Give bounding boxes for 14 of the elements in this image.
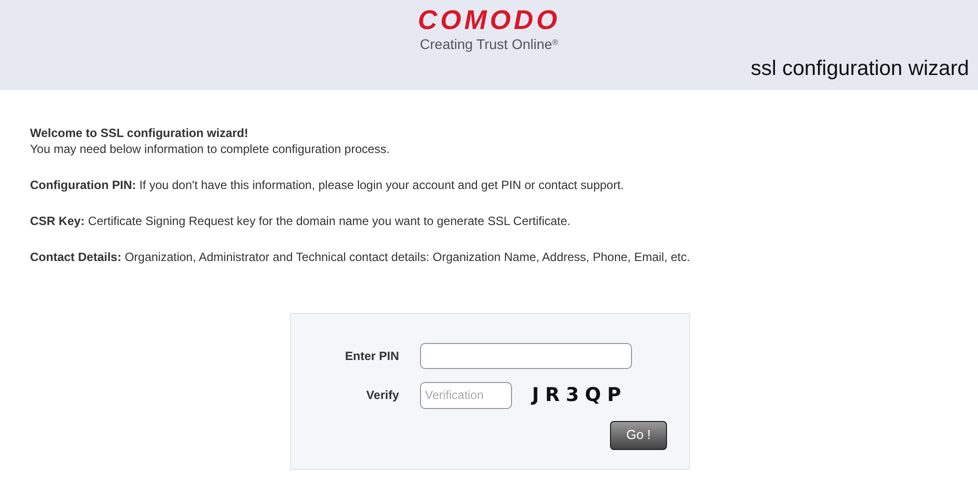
go-button[interactable]: Go ! [610, 420, 667, 450]
info-paragraph: CSR Key: Certificate Signing Request key for the domain name you want to generate SSL Certificate. [30, 213, 572, 229]
verification-input[interactable]: Verification [420, 382, 512, 409]
captcha-text: JR3QP [532, 383, 627, 408]
pin-input[interactable] [420, 343, 632, 369]
page-title: ssl configuration wizard [750, 56, 969, 82]
pin-label: Enter PIN [344, 348, 399, 365]
tagline: Creating Trust Online$^{®}$ [420, 35, 558, 53]
verify-label: Verify [365, 387, 399, 404]
logo: COMODO [418, 5, 560, 35]
welcome-heading: Welcome to SSL configuration wizard! [30, 125, 250, 141]
info-paragraph: Configuration PIN: If you don't have this information, please login your account and get PIN or contact support. [30, 177, 625, 193]
info-paragraph: Contact Details: Organization, Administrator and Technical contact details: Organization Name, Address, Phone, Email, etc. [30, 249, 692, 265]
intro-text: You may need below information to complete configuration process. [30, 141, 391, 157]
